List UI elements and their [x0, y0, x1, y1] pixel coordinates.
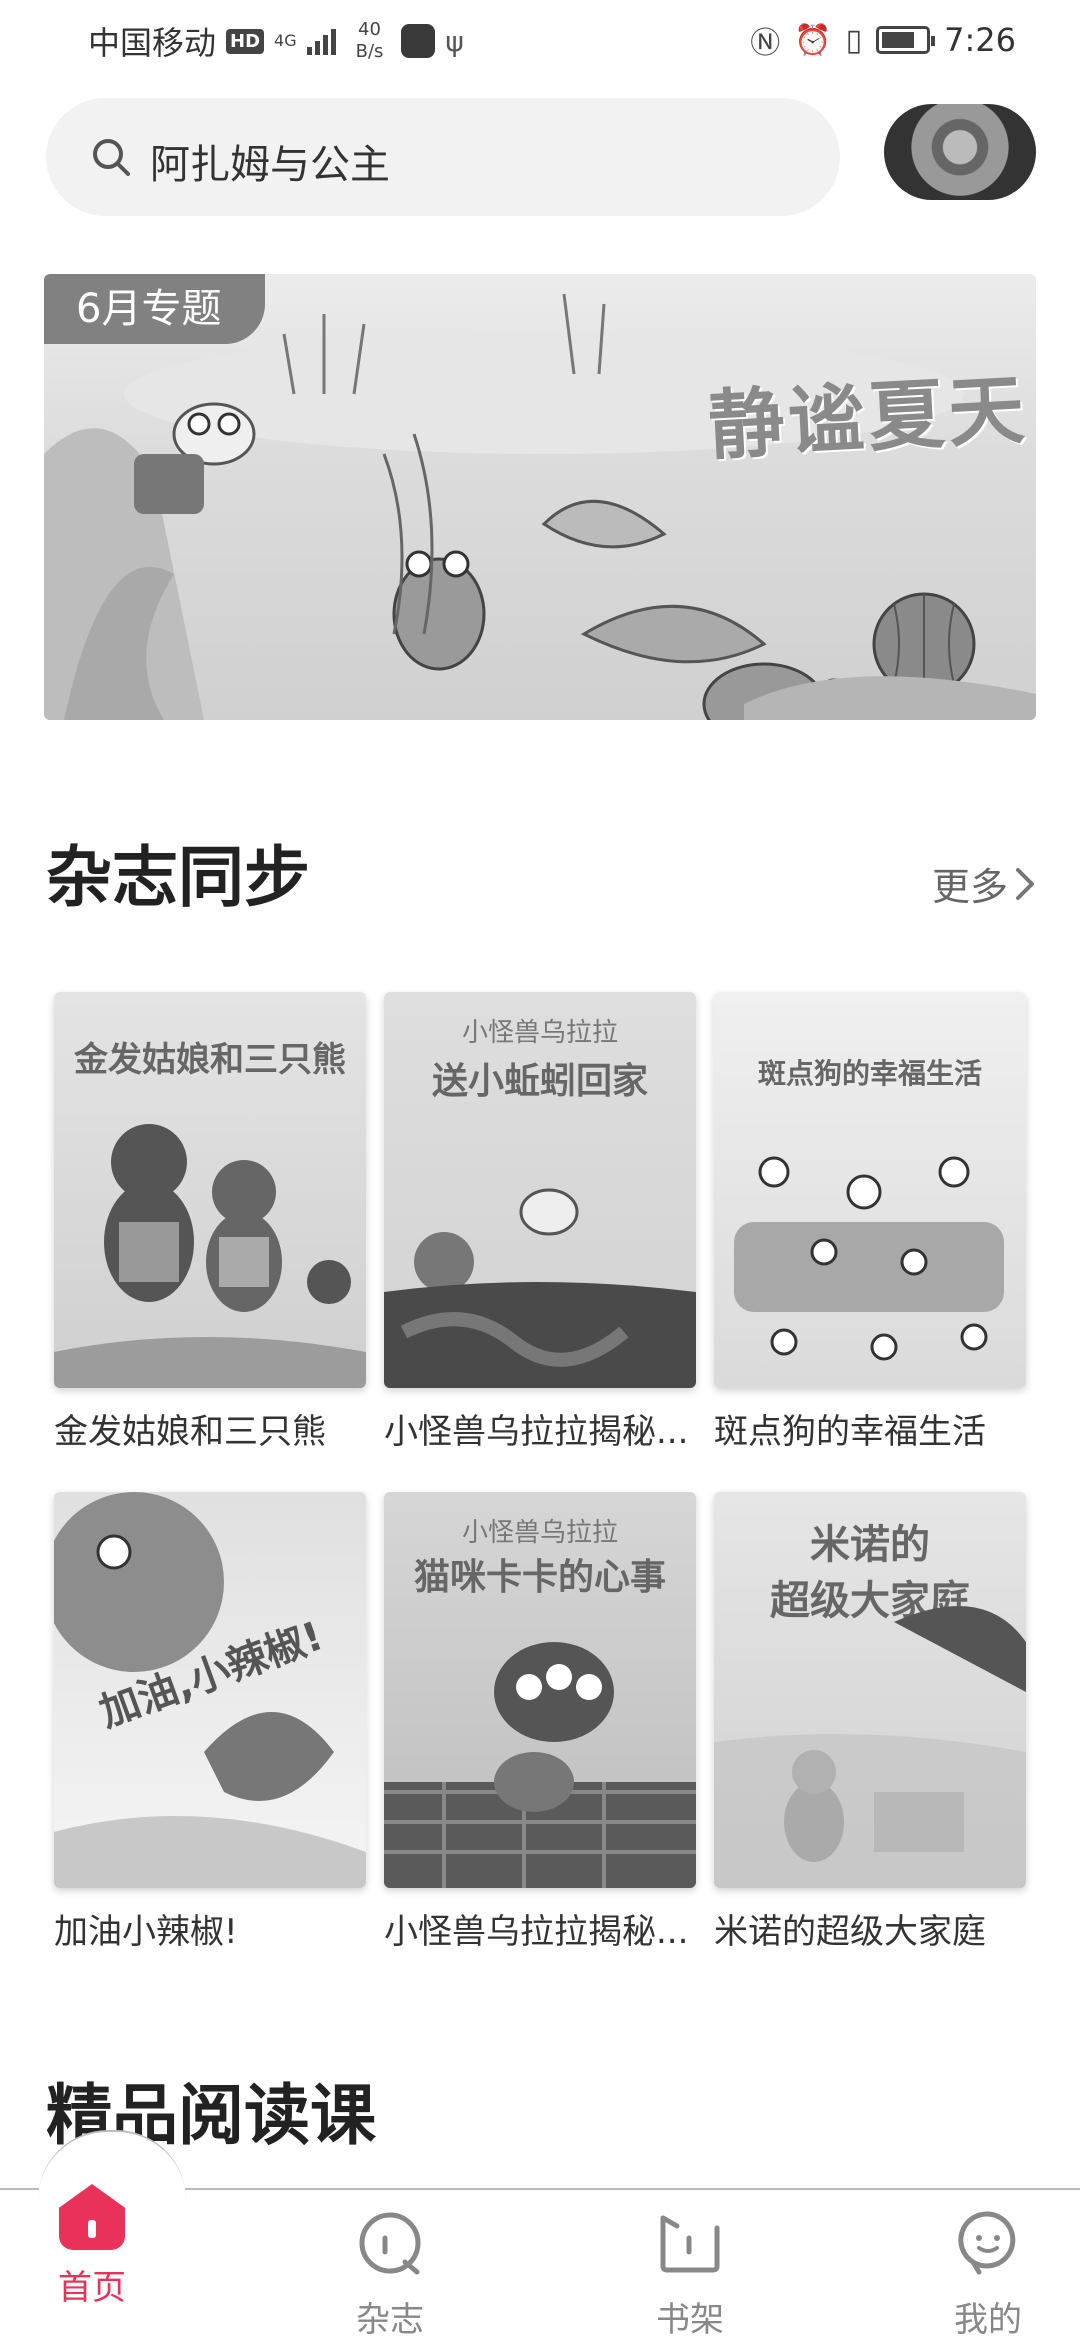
battery-level: [882, 32, 915, 48]
cover-illustration: [384, 1188, 696, 1388]
tab-label: 杂志: [356, 2300, 424, 2340]
carrier-name: 中国移动: [88, 24, 217, 62]
usb-icon: ψ: [445, 24, 464, 58]
status-bar: 中国移动 HD 4G 40 B/s ψ Ⓝ ⏰ ▯ 7:26: [0, 0, 1080, 84]
book-cover[interactable]: 斑点狗的幸福生活: [714, 992, 1026, 1388]
book-cover[interactable]: 金发姑娘和三只熊: [54, 992, 366, 1388]
tab-home[interactable]: 首页: [22, 2184, 162, 2309]
book-card[interactable]: 米诺的 超级大家庭 米诺的超级大家庭: [714, 1492, 1026, 1953]
hd-badge: HD: [226, 28, 265, 54]
tab-magazine[interactable]: 杂志: [320, 2208, 460, 2340]
cover-illustration: [54, 1124, 366, 1388]
banner-title: 静谧夏天: [706, 364, 1031, 471]
book-title[interactable]: 加油小辣椒!: [54, 1904, 374, 1953]
book-cover[interactable]: 加油,小辣椒!: [54, 1492, 366, 1888]
speed-unit: B/s: [355, 41, 384, 62]
network-speed: 40 B/s: [356, 19, 384, 63]
book-card[interactable]: 斑点狗的幸福生活 斑点狗的幸福生活: [714, 992, 1026, 1453]
book-card[interactable]: 小怪兽乌拉拉 送小蚯蚓回家 小怪兽乌拉拉揭秘...: [384, 992, 696, 1453]
search-input[interactable]: 阿扎姆与公主: [150, 132, 390, 190]
search-bar[interactable]: 阿扎姆与公主: [46, 98, 840, 216]
signal-icon: [306, 27, 336, 55]
clock: 7:26: [944, 21, 1016, 59]
avatar[interactable]: [884, 104, 1036, 200]
search-icon: [93, 139, 130, 176]
book-cover[interactable]: 小怪兽乌拉拉 猫咪卡卡的心事: [384, 1492, 696, 1888]
book-card[interactable]: 加油,小辣椒! 加油小辣椒!: [54, 1492, 366, 1953]
status-right: Ⓝ ⏰ ▯ 7:26: [750, 18, 1016, 62]
cover-illustration: [714, 1606, 1026, 1888]
more-link[interactable]: 更多: [932, 856, 1036, 911]
book-title[interactable]: 金发姑娘和三只熊: [54, 1404, 374, 1453]
featured-banner[interactable]: 6月专题 静谧夏天: [44, 274, 1036, 720]
tab-label: 我的: [954, 2300, 1022, 2340]
profile-icon: [958, 2211, 1016, 2275]
book-card[interactable]: 金发姑娘和三只熊 金发姑娘和三只熊: [54, 992, 366, 1453]
speed-value: 40: [358, 19, 381, 40]
book-cover[interactable]: 米诺的 超级大家庭: [714, 1492, 1026, 1888]
book-title[interactable]: 斑点狗的幸福生活: [714, 1404, 1034, 1453]
vibrate-icon: ▯: [845, 22, 863, 58]
book-title[interactable]: 米诺的超级大家庭: [714, 1904, 1034, 1953]
banner-tag: 6月专题: [44, 274, 266, 344]
bookshelf-icon: [660, 2215, 720, 2273]
tab-label: 书架: [656, 2300, 724, 2340]
alarm-icon: ⏰: [794, 22, 832, 58]
tab-label: 首页: [58, 2268, 126, 2308]
cover-illustration: [384, 1642, 696, 1888]
nfc-icon: Ⓝ: [750, 26, 781, 61]
section-title-magazine: 杂志同步: [46, 839, 310, 916]
cover-illustration: [734, 1156, 1004, 1361]
status-left: 中国移动 HD 4G 40 B/s ψ: [88, 18, 464, 64]
tab-bookshelf[interactable]: 书架: [620, 2208, 760, 2340]
home-icon: [59, 2184, 125, 2250]
book-card[interactable]: 小怪兽乌拉拉 猫咪卡卡的心事 小怪兽乌拉拉揭秘...: [384, 1492, 696, 1953]
book-cover[interactable]: 小怪兽乌拉拉 送小蚯蚓回家: [384, 992, 696, 1388]
book-title[interactable]: 小怪兽乌拉拉揭秘...: [384, 1404, 704, 1453]
bottom-tab-bar: 首页 杂志 书架 我的: [0, 2130, 1080, 2340]
network-type: 4G: [274, 31, 297, 50]
book-title[interactable]: 小怪兽乌拉拉揭秘...: [384, 1904, 704, 1953]
app-notification-icon: [401, 24, 436, 58]
battery-icon: [876, 26, 936, 54]
tab-profile[interactable]: 我的: [918, 2208, 1058, 2340]
more-label: 更多: [931, 865, 1008, 909]
chevron-right-icon: [1016, 867, 1034, 900]
magazine-icon: [359, 2212, 421, 2275]
